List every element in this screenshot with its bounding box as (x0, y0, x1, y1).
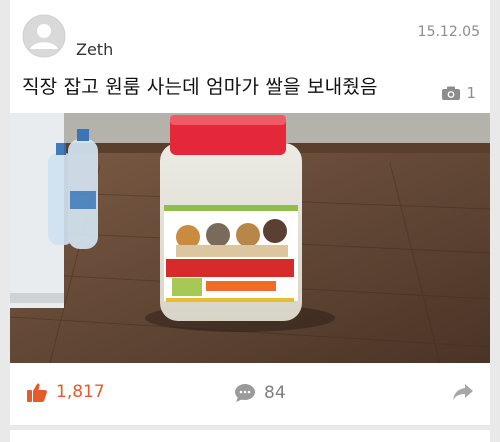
camera-icon (442, 86, 461, 100)
post-date: 15.12.05 (417, 24, 480, 40)
like-count: 1,817 (56, 382, 105, 402)
share-arrow-icon (453, 384, 473, 400)
post-title[interactable]: 직장 잡고 원룸 사는데 엄마가 쌀을 보내줬음 (22, 72, 378, 99)
action-bar: 1,817 84 (10, 363, 490, 425)
post-photo[interactable] (10, 113, 490, 363)
share-button[interactable] (452, 383, 474, 405)
next-card-edge (10, 430, 490, 442)
photo-count: 1 (441, 82, 476, 104)
avatar[interactable] (22, 14, 66, 58)
post-card[interactable]: Zeth 15.12.05 직장 잡고 원룸 사는데 엄마가 쌀을 보내줬음 1 (10, 0, 490, 425)
like-button[interactable]: 1,817 (26, 381, 105, 403)
speech-bubble-icon (235, 384, 255, 402)
photo-count-value: 1 (466, 84, 476, 102)
comment-button[interactable]: 84 (234, 383, 286, 403)
rice-jar-photo (10, 113, 490, 363)
thumbs-up-icon (27, 383, 47, 402)
author-name[interactable]: Zeth (76, 40, 113, 59)
user-avatar-icon (22, 14, 66, 58)
comment-count: 84 (264, 383, 286, 403)
